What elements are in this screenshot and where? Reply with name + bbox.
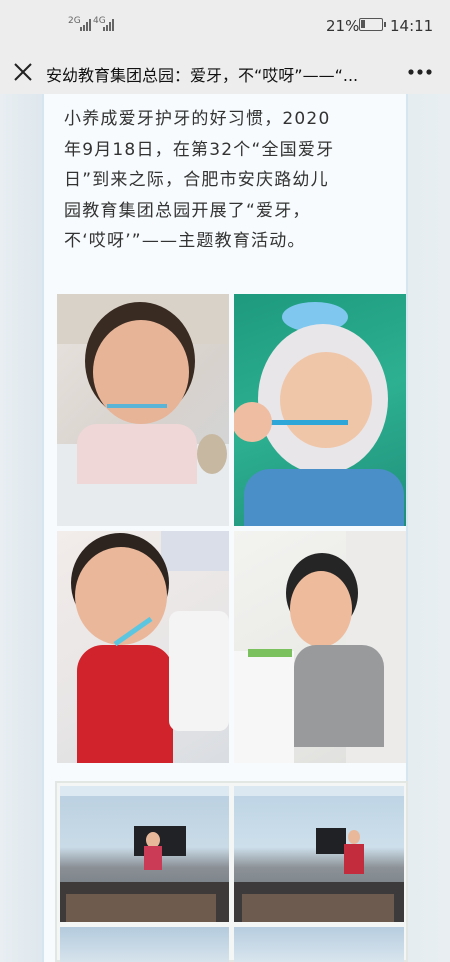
photo-boy-with-bow-hood[interactable] (234, 294, 406, 526)
photo-classroom-4[interactable] (234, 927, 404, 962)
article-line: 年9月18日，在第32个“全国爱牙 (64, 139, 335, 160)
close-icon[interactable] (10, 59, 36, 85)
signal-bars-icon (80, 19, 92, 31)
photo-classroom-3[interactable] (60, 927, 229, 962)
photo-boy-gray-shirt[interactable] (234, 531, 406, 763)
article-paragraph: 小养成爱牙护牙的好习惯，2020 年9月18日，在第32个“全国爱牙 日”到来之… (64, 104, 404, 257)
clock: 14:11 (390, 17, 434, 35)
status-bar: 2G 4G 21% 14:11 (0, 0, 450, 50)
nav-bar: 安幼教育集团总园：爱牙，不“哎呀”——“... (0, 50, 450, 94)
photo-boy-red-shirt[interactable] (57, 531, 229, 763)
signal-bars-icon (103, 19, 115, 31)
signal-label-2g: 2G (68, 16, 81, 26)
battery-percent: 21% (326, 17, 360, 35)
photo-classroom-2[interactable] (234, 786, 404, 922)
photo-classroom-1[interactable] (60, 786, 229, 922)
battery-level-fill (361, 20, 365, 28)
article-line: 日”到来之际，合肥市安庆路幼儿 (64, 170, 329, 190)
more-icon[interactable] (406, 64, 434, 80)
page-title: 安幼教育集团总园：爱牙，不“哎呀”——“... (46, 66, 359, 85)
battery-icon (359, 18, 386, 31)
article-line: 不‘哎呀’”——主题教育活动。 (64, 231, 306, 251)
article-line: 园教育集团总园开展了“爱牙， (64, 200, 311, 221)
article-line: 小养成爱牙护牙的好习惯，2020 (64, 109, 331, 129)
photo-girl-brushing-teeth[interactable] (57, 294, 229, 526)
